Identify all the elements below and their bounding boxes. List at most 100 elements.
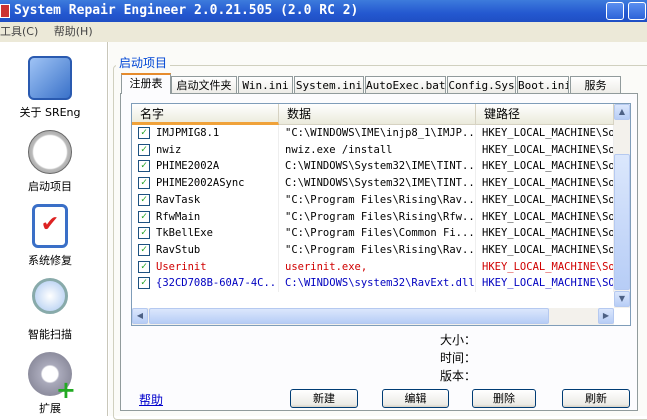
enabled-checkbox[interactable]: ✓ [138,160,150,173]
table-row[interactable]: ✓ TkBellExe "C:\Program Files\Common Fi..… [132,225,614,243]
name-cell: ✓ nwiz [132,141,279,159]
tab-registry[interactable]: 注册表 [121,73,171,94]
row-path: HKEY_LOCAL_MACHINE\Sof [476,208,614,226]
menu-help[interactable]: 帮助(H) [54,25,93,38]
time-label: 时间： [440,351,477,365]
tools-icon [28,56,72,100]
sidebar-item-repair[interactable]: ✔ 系统修复 [0,204,100,268]
horizontal-scrollbar[interactable]: ◀ ▶ [132,308,614,325]
enabled-checkbox[interactable]: ✓ [138,143,150,156]
row-name: PHIME2002ASync [156,177,245,190]
clock-icon [28,130,72,174]
sidebar-item-extend[interactable]: + 扩展 [0,352,100,416]
row-data: "C:\WINDOWS\IME\injp8_1\IMJP... [279,125,476,142]
row-path: HKEY_LOCAL_MACHINE\Sof [476,191,614,209]
help-link[interactable]: 帮助 [139,391,163,408]
sidebar-label: 系统修复 [28,254,72,267]
vertical-scroll-thumb[interactable] [614,154,630,290]
horizontal-scroll-thumb[interactable] [149,308,549,324]
tab-services[interactable]: 服务 [570,76,621,94]
column-header-path[interactable]: 键路径 [476,104,614,125]
menu-bar: 工具(C) 帮助(H) [0,22,647,42]
name-cell: ✓ RavStub [132,241,279,259]
refresh-button[interactable]: 刷新 [562,389,630,408]
window-title: System Repair Engineer 2.0.21.505 (2.0 R… [14,3,359,18]
name-cell: ✓ PHIME2002A [132,158,279,176]
tab-boot-ini[interactable]: Boot.ini [517,76,569,94]
list-header: 名字 数据 键路径 [132,104,614,125]
row-path: HKEY_LOCAL_MACHINE\Sof [476,125,614,142]
row-name: nwiz [156,143,182,156]
tab-config-sys[interactable]: Config.Sys [447,76,516,94]
row-name: Userinit [156,260,207,273]
scroll-down-button[interactable]: ▼ [614,291,630,307]
table-row[interactable]: ✓ {32CD708B-60A7-4C... C:\WINDOWS\system3… [132,275,614,293]
tab-autoexec-bat[interactable]: AutoExec.bat [365,76,446,94]
size-label: 大小： [440,333,477,347]
row-data: "C:\Program Files\Common Fi... [279,225,476,243]
enabled-checkbox[interactable]: ✓ [138,210,150,223]
menu-tools[interactable]: 工具(C) [0,25,38,38]
row-path: HKEY_LOCAL_MACHINE\Sof [476,158,614,176]
row-path: HKEY_LOCAL_MACHINE\Sof [476,241,614,259]
row-name: TkBellExe [156,227,213,240]
tab-startup-folder[interactable]: 启动文件夹 [171,76,237,94]
enabled-checkbox[interactable]: ✓ [138,193,150,206]
enabled-checkbox[interactable]: ✓ [138,177,150,190]
new-button[interactable]: 新建 [290,389,358,408]
table-row[interactable]: ✓ RfwMain "C:\Program Files\Rising\Rfw...… [132,208,614,226]
column-header-name[interactable]: 名字 [132,104,279,125]
minimize-button[interactable] [606,2,624,20]
table-row[interactable]: ✓ nwiz nwiz.exe /install HKEY_LOCAL_MACHI… [132,141,614,159]
row-data: userinit.exe, [279,258,476,276]
row-name: PHIME2002A [156,160,220,173]
row-data: "C:\Program Files\Rising\Rav... [279,241,476,259]
row-name: {32CD708B-60A7-4C... [156,277,279,290]
sidebar-label: 关于 SREng [19,106,81,119]
enabled-checkbox[interactable]: ✓ [138,227,150,240]
scroll-up-button[interactable]: ▲ [614,104,630,120]
row-data: "C:\Program Files\Rising\Rav... [279,191,476,209]
tab-win-ini[interactable]: Win.ini [238,76,293,94]
name-cell: ✓ IMJPMIG8.1 [132,125,279,142]
row-data: C:\WINDOWS\System32\IME\TINT... [279,158,476,176]
maximize-button[interactable] [628,2,646,20]
title-bar: System Repair Engineer 2.0.21.505 (2.0 R… [0,0,647,22]
row-name: RavStub [156,243,201,256]
row-path: HKEY_LOCAL_MACHINE\Sof [476,141,614,159]
group-title: 启动项目 [116,54,171,71]
sidebar: 关于 SREng 启动项目 ✔ 系统修复 智能扫描 + 扩展 [0,42,108,416]
table-row[interactable]: ✓ IMJPMIG8.1 "C:\WINDOWS\IME\injp8_1\IMJP… [132,125,614,142]
sidebar-label: 智能扫描 [28,328,72,341]
enabled-checkbox[interactable]: ✓ [138,127,150,139]
gear-plus-icon: + [28,352,76,402]
scroll-right-button[interactable]: ▶ [598,308,614,324]
row-path: HKEY_LOCAL_MACHINE\Sof [476,225,614,243]
sidebar-item-scan[interactable]: 智能扫描 [0,278,100,342]
enabled-checkbox[interactable]: ✓ [138,277,150,290]
scroll-left-button[interactable]: ◀ [132,308,148,324]
row-data: C:\WINDOWS\System32\IME\TINT... [279,175,476,193]
table-row[interactable]: ✓ RavStub "C:\Program Files\Rising\Rav...… [132,241,614,259]
edit-button[interactable]: 编辑 [382,389,449,408]
checklist-icon: ✔ [32,204,68,248]
tab-system-ini[interactable]: System.ini [294,76,364,94]
startup-list[interactable]: 名字 数据 键路径 ✓ IMJPMIG8.1 "C:\WINDOWS\IME\in… [131,103,631,326]
row-name: RfwMain [156,210,201,223]
name-cell: ✓ Userinit [132,258,279,276]
table-row[interactable]: ✓ PHIME2002ASync C:\WINDOWS\System32\IME\… [132,175,614,193]
delete-button[interactable]: 删除 [472,389,536,408]
name-cell: ✓ RavTask [132,191,279,209]
magnifier-icon [32,278,68,314]
row-name: IMJPMIG8.1 [156,127,220,139]
enabled-checkbox[interactable]: ✓ [138,260,150,273]
table-row[interactable]: ✓ RavTask "C:\Program Files\Rising\Rav...… [132,191,614,209]
column-header-data[interactable]: 数据 [279,104,476,125]
enabled-checkbox[interactable]: ✓ [138,243,150,256]
sidebar-item-about[interactable]: 关于 SREng [0,56,100,120]
table-row[interactable]: ✓ PHIME2002A C:\WINDOWS\System32\IME\TINT… [132,158,614,176]
vertical-scrollbar[interactable]: ▲ ▼ [614,104,630,308]
name-cell: ✓ RfwMain [132,208,279,226]
table-row[interactable]: ✓ Userinit userinit.exe, HKEY_LOCAL_MACHI… [132,258,614,276]
sidebar-item-startup[interactable]: 启动项目 [0,130,100,194]
